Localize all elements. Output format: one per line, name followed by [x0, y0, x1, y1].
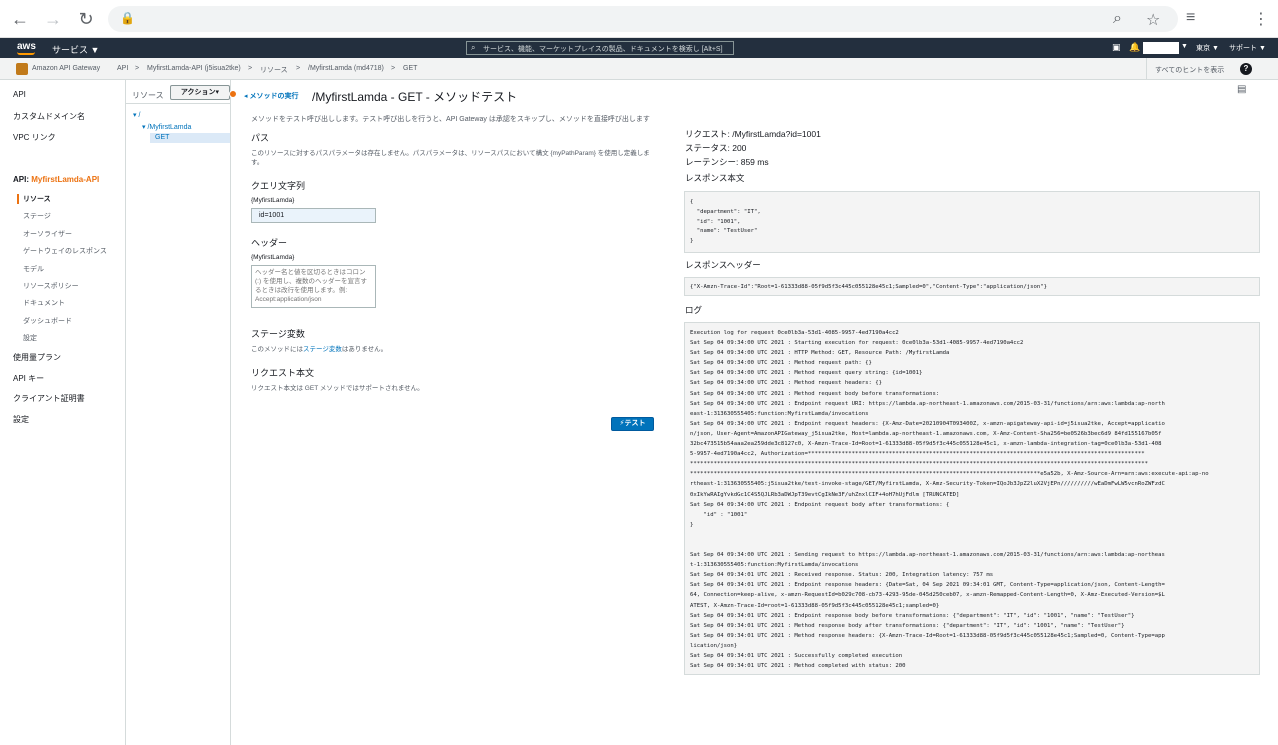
- logs-heading: ログ: [685, 305, 703, 315]
- account-caret-icon[interactable]: ▼: [1181, 43, 1188, 50]
- lock-icon: 🔒: [120, 11, 135, 25]
- query-heading: クエリ文字列: [251, 181, 306, 191]
- test-button[interactable]: ⚡テスト: [611, 417, 654, 431]
- path-heading: パス: [251, 133, 270, 143]
- method-execution-link[interactable]: ◂ メソッドの実行: [244, 91, 298, 101]
- result-status: ステータス: 200: [685, 143, 747, 153]
- divider: [126, 103, 231, 104]
- aws-console-navbar: aws サービス ▼ ⌕ サービス、機能、マーケットプレイスの製品、ドキュメント…: [0, 38, 1278, 58]
- tree-resource-myfirstlamda[interactable]: ▾ /MyfirstLamda: [142, 123, 191, 131]
- hints-label: すべてのヒントを表示: [1155, 67, 1225, 74]
- notes-icon[interactable]: ▤: [1237, 84, 1246, 95]
- breadcrumb-api[interactable]: API: [117, 65, 128, 72]
- stage-text-2: はありません。: [341, 346, 388, 353]
- show-all-hints-link[interactable]: すべてのヒントを表示: [1146, 58, 1232, 80]
- request-body-heading: リクエスト本文: [251, 368, 315, 378]
- search-placeholder: サービス、機能、マーケットプレイスの製品、ドキュメントを検索し [Alt+S]: [483, 46, 723, 53]
- nav-authorizers[interactable]: オーソライザー: [23, 229, 72, 239]
- nav-apis[interactable]: API: [13, 90, 26, 99]
- nav-models[interactable]: モデル: [23, 264, 44, 274]
- nav-settings[interactable]: 設定: [13, 414, 29, 425]
- breadcrumb-separator: >: [248, 65, 253, 72]
- nav-resources[interactable]: リソース: [23, 194, 51, 204]
- services-menu[interactable]: サービス ▼: [52, 43, 99, 56]
- logs-output[interactable]: Execution log for request 0ce0lb3a-53d1-…: [684, 322, 1260, 675]
- breadcrumb-separator: >: [391, 65, 396, 72]
- query-string-input[interactable]: id=1001: [251, 208, 376, 223]
- account-menu[interactable]: [1143, 42, 1179, 54]
- nav-dashboard[interactable]: ダッシュボード: [23, 316, 72, 326]
- nav-documentation[interactable]: ドキュメント: [23, 298, 65, 308]
- test-description: メソッドをテスト呼び出しします。テスト呼び出しを行うと、API Gateway …: [251, 116, 650, 123]
- service-breadcrumb-bar: Amazon API Gateway API > MyfirstLamda-AP…: [0, 58, 1278, 80]
- nav-gateway-responses[interactable]: ゲートウェイのレスポンス: [23, 246, 107, 256]
- search-icon: ⌕: [471, 43, 476, 52]
- nav-vpc-links[interactable]: VPC リンク: [13, 132, 56, 143]
- api-gateway-icon: [16, 63, 28, 75]
- breadcrumb-api-name[interactable]: MyfirstLamda-API (j5isua2tke): [147, 65, 241, 72]
- stage-variables-heading: ステージ変数: [251, 329, 305, 339]
- result-request: リクエスト: /MyfirstLamda?id=1001: [685, 129, 821, 139]
- service-name-link[interactable]: Amazon API Gateway: [32, 65, 100, 72]
- forward-arrow-icon[interactable]: →: [43, 9, 63, 29]
- stage-text-1: このメソッドには: [251, 346, 303, 353]
- api-prefix: API:: [13, 175, 29, 184]
- breadcrumb-resource[interactable]: /MyfirstLamda (md4718): [308, 65, 384, 72]
- zoom-icon[interactable]: ⌕: [1113, 10, 1122, 28]
- help-icon[interactable]: ?: [1240, 63, 1252, 75]
- method-test-panel: ◂ メソッドの実行 /MyfirstLamda - GET - メソッドテスト …: [231, 80, 1278, 745]
- stage-variables-text: このメソッドにはステージ変数はありません。: [251, 345, 661, 354]
- cloudshell-icon[interactable]: ▣: [1112, 42, 1121, 53]
- nav-resource-policy[interactable]: リソースポリシー: [23, 281, 79, 291]
- console-search-input[interactable]: ⌕ サービス、機能、マーケットプレイスの製品、ドキュメントを検索し [Alt+S…: [466, 41, 734, 55]
- query-label: {MyfirstLamda}: [251, 197, 295, 204]
- media-playlist-icon[interactable]: ≡: [1186, 9, 1195, 27]
- nav-api-settings[interactable]: 設定: [23, 333, 37, 343]
- nav-stages[interactable]: ステージ: [23, 211, 51, 221]
- tree-method-get[interactable]: GET: [155, 134, 169, 141]
- browser-menu-icon[interactable]: ⋮: [1253, 9, 1269, 29]
- tree-root[interactable]: ▾ /: [133, 111, 140, 119]
- active-indicator: [17, 194, 19, 204]
- aws-logo[interactable]: aws: [17, 41, 36, 55]
- nav-usage-plans[interactable]: 使用量プラン: [13, 352, 61, 363]
- api-name[interactable]: MyfirstLamda-API: [31, 175, 99, 184]
- breadcrumb-separator: >: [296, 65, 301, 72]
- support-menu[interactable]: サポート ▼: [1229, 43, 1266, 53]
- headers-textarea[interactable]: [251, 265, 376, 308]
- response-headers-heading: レスポンスヘッダー: [685, 260, 761, 270]
- response-body-heading: レスポンス本文: [685, 173, 745, 183]
- nav-client-certificates[interactable]: クライアント証明書: [13, 393, 85, 404]
- back-arrow-icon[interactable]: ←: [10, 9, 30, 29]
- address-bar-url-blurred: [138, 12, 978, 26]
- nav-custom-domains[interactable]: カスタムドメイン名: [13, 111, 85, 122]
- page-title: /MyfirstLamda - GET - メソッドテスト: [312, 90, 518, 104]
- resources-pane: リソース アクション▾ ▾ / ▾ /MyfirstLamda GET: [126, 80, 231, 745]
- result-latency: レーテンシー: 859 ms: [685, 157, 769, 167]
- region-selector[interactable]: 東京 ▼: [1196, 43, 1219, 53]
- address-bar[interactable]: 🔒 ⌕ ☆: [108, 6, 1178, 32]
- breadcrumb-method: GET: [403, 65, 418, 72]
- actions-dropdown[interactable]: アクション▾: [170, 85, 230, 100]
- notification-bell-icon[interactable]: 🔔: [1129, 42, 1140, 53]
- headers-heading: ヘッダー: [251, 238, 288, 248]
- left-navigation: API カスタムドメイン名 VPC リンク API: MyfirstLamda-…: [0, 80, 126, 745]
- request-body-text: リクエスト本文は GET メソッドではサポートされません。: [251, 385, 424, 392]
- nav-api-keys[interactable]: API キー: [13, 373, 44, 384]
- path-help-text: このリソースに対するパスパラメータは存在しません。パスパラメータは、リソースパス…: [251, 150, 650, 166]
- headers-label: {MyfirstLamda}: [251, 254, 295, 261]
- breadcrumb-resources[interactable]: リソース: [260, 65, 288, 75]
- breadcrumb-separator: >: [135, 65, 140, 72]
- nav-api-title: API: MyfirstLamda-API: [13, 175, 99, 184]
- response-headers[interactable]: {"X-Amzn-Trace-Id":"Root=1-61333d88-05f9…: [684, 277, 1260, 296]
- response-body[interactable]: { "department": "IT", "id": "1001", "nam…: [684, 191, 1260, 253]
- bookmark-star-icon[interactable]: ☆: [1146, 10, 1160, 30]
- resources-title: リソース: [132, 91, 164, 100]
- browser-toolbar: ← → ↻ 🔒 ⌕ ☆ ≡ ⋮: [0, 0, 1278, 38]
- reload-icon[interactable]: ↻: [76, 9, 96, 29]
- stage-variables-link[interactable]: ステージ変数: [303, 346, 342, 353]
